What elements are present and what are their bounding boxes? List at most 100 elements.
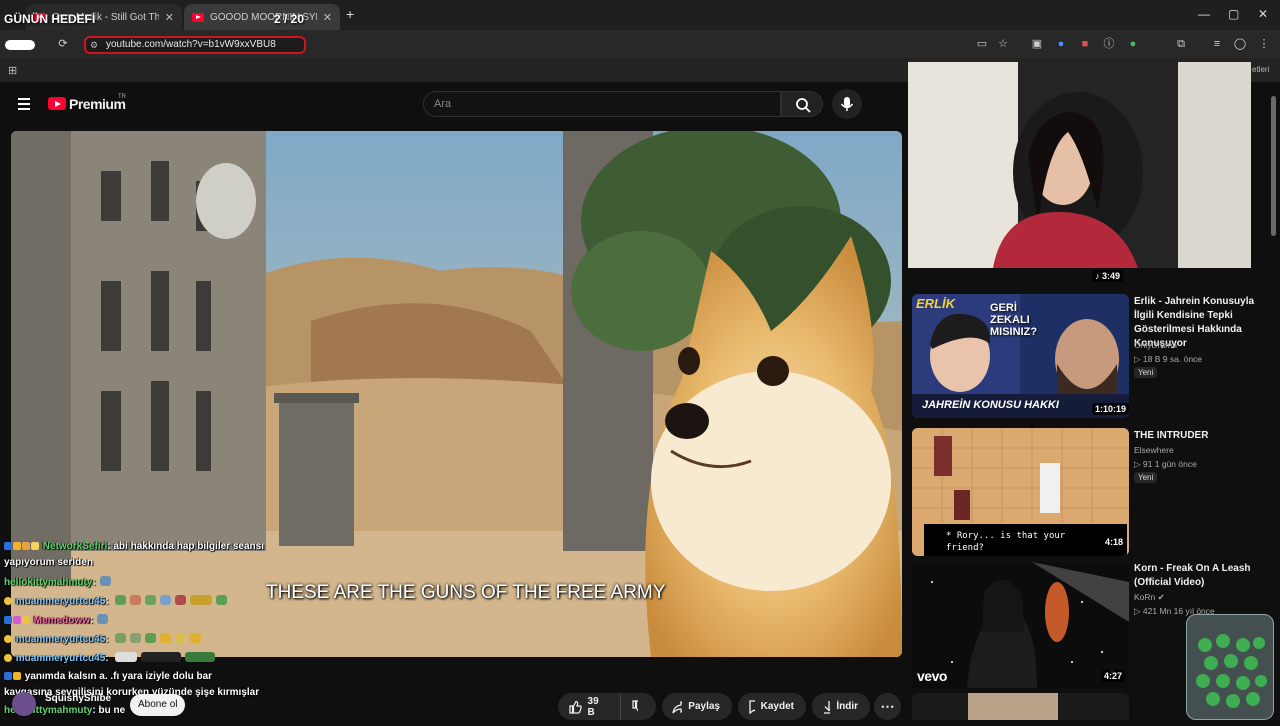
search-button[interactable]	[781, 91, 823, 117]
new-badge: Yeni	[1134, 367, 1158, 378]
extension-info-icon[interactable]: ⓘ	[1102, 37, 1116, 51]
recommendation-title[interactable]: THE INTRUDER	[1134, 429, 1264, 443]
new-tab-button[interactable]: +	[346, 6, 354, 22]
country-code: TR	[118, 94, 126, 100]
chat-username[interactable]: Memedoww	[34, 615, 90, 626]
emote-icon	[190, 633, 202, 643]
chat-username[interactable]: muammeryurtcu45	[16, 596, 105, 607]
tab-goood-moornin[interactable]: GOOOD MOORNIN SYRIA ✕	[184, 4, 340, 30]
emote-icon	[99, 576, 111, 586]
extension-icon[interactable]: ▣	[1030, 37, 1044, 51]
close-tab-icon[interactable]: ✕	[323, 11, 332, 24]
emote-icon	[97, 614, 109, 624]
download-button[interactable]: İndir	[812, 693, 870, 720]
badge-icon	[22, 542, 30, 550]
recommendation-channel[interactable]: KoRn ✔	[1134, 592, 1165, 603]
chat-text: kavgasına sevgilisini korurken yüzünde ş…	[4, 687, 260, 698]
chat-message: muammeryurtcu45:	[4, 595, 228, 607]
emote-icon	[115, 652, 138, 662]
bookmark-icon	[749, 699, 755, 714]
apps-grid-icon[interactable]: ⊞	[8, 64, 17, 77]
bookmark-folder-label[interactable]: etleri	[1252, 65, 1269, 74]
moon-badge-icon	[4, 597, 12, 605]
reload-icon[interactable]: ⟳	[56, 37, 70, 51]
bookmark-star-icon[interactable]: ☆	[996, 37, 1010, 51]
emote-icon	[130, 595, 142, 605]
chat-username[interactable]: NetworkSefiri	[43, 541, 107, 552]
thumbnail-overlay-text: GERİ ZEKALI MISINIZ?	[990, 302, 1038, 338]
video-frame	[11, 131, 902, 657]
webcam-frame	[908, 62, 1251, 268]
stream-goal-label: GÜNÜN HEDEFİ	[4, 12, 96, 26]
view-count: 18 B	[1142, 354, 1161, 364]
emote-icon	[145, 633, 157, 643]
moon-badge-icon	[4, 654, 12, 662]
badge-icon	[13, 616, 21, 624]
stream-jar-overlay	[1186, 614, 1274, 720]
youtube-logo-icon[interactable]	[48, 97, 66, 110]
duration-badge: 4:27	[1101, 670, 1126, 682]
close-window-button[interactable]: ✕	[1258, 7, 1268, 21]
recommendation-channel[interactable]: Elsewhere	[1134, 445, 1174, 455]
webcam-duration-badge: ♪ 3:49	[1092, 270, 1124, 282]
emote-icon	[185, 652, 216, 662]
share-button[interactable]: Paylaş	[662, 693, 732, 720]
address-bar[interactable]: ⚙ youtube.com/watch?v=b1vW9xxVBU8	[84, 36, 306, 54]
extensions-puzzle-icon[interactable]: ⧉	[1174, 37, 1188, 51]
recommendation-channel[interactable]: OnlyDrama	[1134, 340, 1177, 350]
chat-text: :	[92, 577, 96, 588]
recommendation-title[interactable]: Korn - Freak On A Leash (Official Video)	[1134, 562, 1264, 590]
recommendation-thumbnail[interactable]: ERLİK GERİ ZEKALI MISINIZ? JAHREİN KONUS…	[912, 294, 1129, 418]
download-label: İndir	[836, 701, 858, 712]
chat-username[interactable]: hellokittymahmuty	[4, 577, 92, 588]
more-icon: ⋯	[880, 698, 895, 714]
extension-blue-icon[interactable]: ●	[1054, 37, 1068, 51]
recommendation-thumbnail[interactable]: vevo 4:27	[912, 562, 1129, 688]
youtube-premium-wordmark[interactable]: Premium	[69, 96, 126, 112]
play-icon: ▷	[1134, 354, 1141, 364]
maximize-button[interactable]: ▢	[1228, 7, 1239, 21]
vevo-logo: vevo	[914, 266, 947, 268]
search-placeholder: Ara	[434, 98, 452, 110]
thumbnail-image	[968, 693, 1058, 720]
chat-username[interactable]: muammeryurtcu45	[16, 653, 105, 664]
voice-search-button[interactable]	[832, 89, 862, 119]
scrollbar-thumb[interactable]	[1271, 96, 1276, 236]
extension-red-icon[interactable]: ■	[1078, 37, 1092, 51]
chat-text: : abi hakkında hap bilgiler seansı	[107, 541, 264, 552]
like-button[interactable]: 39 B	[558, 693, 620, 720]
recommendation-thumbnail[interactable]	[912, 693, 1129, 720]
recommendation-thumbnail[interactable]: * Rory... is that your friend? 4:18	[912, 428, 1129, 556]
site-info-icon[interactable]: ⚙	[90, 40, 98, 51]
cast-icon[interactable]: ▭	[975, 37, 989, 51]
media-control-icon[interactable]: ≡	[1210, 37, 1224, 51]
youtube-favicon-icon	[192, 12, 204, 22]
chat-text: yanımda kalsın a. .fı yara iziyle dolu b…	[24, 671, 213, 682]
chat-message: muammeryurtcu45:	[4, 633, 202, 645]
save-button[interactable]: Kaydet	[738, 693, 806, 720]
browser-menu-icon[interactable]: ⋮	[1257, 37, 1271, 51]
video-player[interactable]	[11, 131, 902, 657]
upload-age: 9 sa. önce	[1162, 354, 1203, 364]
profile-icon[interactable]: ◯	[1233, 37, 1247, 51]
play-icon: ▷	[1134, 459, 1141, 469]
url-text: youtube.com/watch?v=b1vW9xxVBU8	[106, 39, 276, 50]
extension-green-icon[interactable]: ●	[1126, 37, 1140, 51]
jar-contents	[1196, 634, 1267, 708]
chat-text: :	[105, 634, 109, 645]
channel-name[interactable]: SquishyShibe	[45, 693, 111, 704]
channel-name: KoRn	[1134, 592, 1156, 602]
emote-icon	[160, 595, 172, 605]
close-tab-icon[interactable]: ✕	[165, 11, 174, 24]
emote-icon	[190, 595, 213, 605]
music-note-icon: ♪	[1095, 271, 1100, 281]
dislike-button[interactable]	[620, 693, 656, 720]
search-input[interactable]: Ara	[423, 91, 781, 117]
more-actions-button[interactable]: ⋯	[874, 693, 901, 720]
emote-icon	[115, 595, 127, 605]
minimize-button[interactable]: —	[1198, 7, 1210, 21]
chat-username[interactable]: muammeryurtcu45	[16, 634, 105, 645]
menu-hamburger-icon[interactable]	[18, 98, 30, 110]
subscribe-button[interactable]: Abone ol	[130, 694, 186, 716]
channel-avatar[interactable]	[12, 692, 36, 716]
